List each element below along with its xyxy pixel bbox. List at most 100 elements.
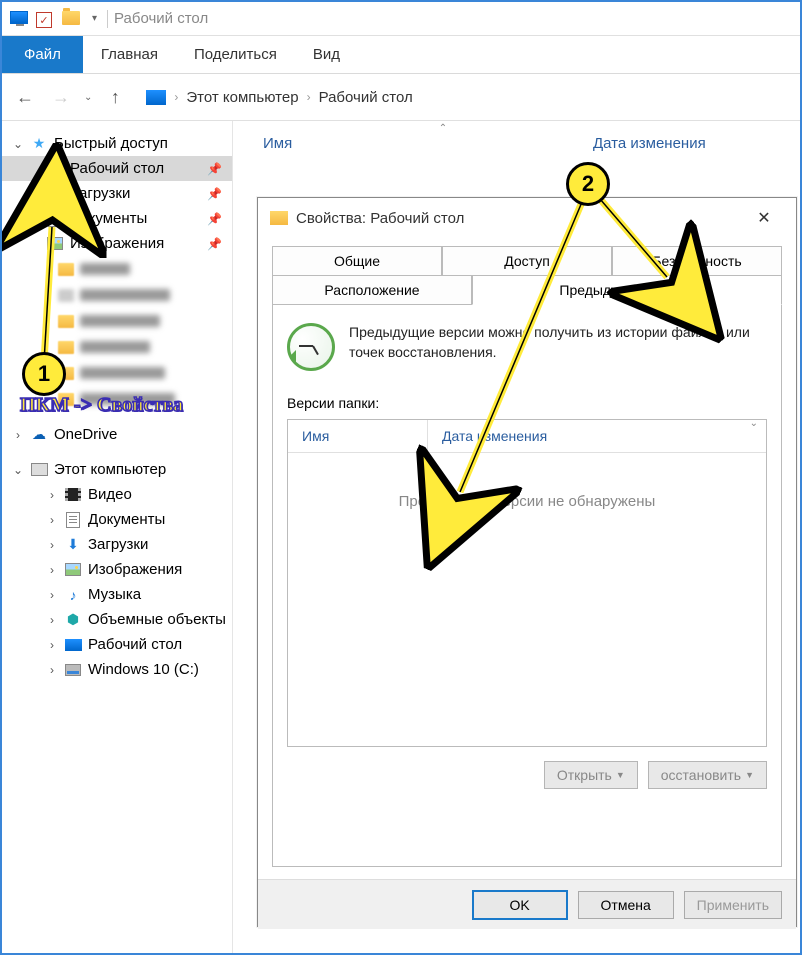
music-icon: ♪ bbox=[64, 587, 82, 603]
sidebar-item-label: Рабочий стол bbox=[88, 636, 182, 653]
breadcrumb-item-thispc[interactable]: Этот компьютер bbox=[186, 89, 298, 106]
tab-location[interactable]: Расположение bbox=[272, 275, 472, 305]
sort-indicator-icon: ⌃ bbox=[439, 123, 447, 134]
dropdown-icon: ▼ bbox=[616, 770, 625, 780]
sidebar-item-pictures2[interactable]: Изображения bbox=[2, 557, 232, 582]
cancel-button[interactable]: Отмена bbox=[578, 891, 674, 919]
restore-button[interactable]: осстановить▼ bbox=[648, 761, 767, 789]
sidebar-item-blurred[interactable] bbox=[2, 334, 232, 360]
apply-button[interactable]: Применить bbox=[684, 891, 782, 919]
folder-icon bbox=[270, 211, 288, 225]
restore-clock-icon bbox=[287, 323, 335, 371]
sidebar-item-label: Документы bbox=[88, 511, 165, 528]
tab-content: Предыдущие версии можно получить из исто… bbox=[272, 305, 782, 867]
chevron-down-icon[interactable] bbox=[12, 463, 24, 477]
versions-col-date[interactable]: Дата изменения ⌄ bbox=[428, 420, 766, 452]
document-icon bbox=[46, 211, 64, 227]
sidebar-item-videos[interactable]: Видео bbox=[2, 482, 232, 507]
chevron-right-icon[interactable] bbox=[46, 663, 58, 677]
document-icon bbox=[64, 512, 82, 528]
sidebar-item-desktop2[interactable]: Рабочий стол bbox=[2, 632, 232, 657]
dialog-title: Свойства: Рабочий стол bbox=[296, 210, 464, 227]
chevron-right-icon[interactable] bbox=[46, 563, 58, 577]
close-button[interactable]: ✕ bbox=[744, 203, 784, 233]
sidebar-item-blurred[interactable] bbox=[2, 282, 232, 308]
versions-col-name[interactable]: Имя bbox=[288, 420, 428, 452]
disk-icon bbox=[64, 662, 82, 678]
sidebar-item-label: Этот компьютер bbox=[54, 461, 166, 478]
tab-general[interactable]: Общие bbox=[272, 246, 442, 275]
dialog-footer: OK Отмена Применить bbox=[258, 879, 796, 929]
column-header-name[interactable]: Имя bbox=[263, 135, 553, 152]
pc-icon bbox=[30, 462, 48, 478]
checkbox-icon[interactable]: ✓ bbox=[36, 11, 56, 27]
ribbon-tab-file[interactable]: Файл bbox=[2, 36, 83, 73]
pin-icon: 📌 bbox=[207, 212, 222, 226]
chevron-right-icon[interactable] bbox=[46, 613, 58, 627]
ribbon-tab-share[interactable]: Поделиться bbox=[176, 36, 295, 73]
ribbon: Файл Главная Поделиться Вид bbox=[2, 36, 800, 74]
chevron-right-icon[interactable] bbox=[46, 638, 58, 652]
breadcrumb-item-desktop[interactable]: Рабочий стол bbox=[319, 89, 413, 106]
pin-icon: 📌 bbox=[207, 162, 222, 176]
sidebar-item-thispc[interactable]: Этот компьютер bbox=[2, 457, 232, 482]
chevron-right-icon[interactable] bbox=[12, 428, 24, 442]
desktop-icon bbox=[46, 161, 64, 177]
sidebar-item-quick-access[interactable]: ★ Быстрый доступ bbox=[2, 131, 232, 156]
chevron-right-icon[interactable] bbox=[46, 538, 58, 552]
column-header-date[interactable]: Дата изменения bbox=[593, 135, 706, 152]
video-icon bbox=[64, 487, 82, 503]
nav-history-dropdown[interactable]: ⌄ bbox=[84, 92, 92, 103]
nav-back-button[interactable]: ← bbox=[12, 84, 38, 110]
ribbon-tab-home[interactable]: Главная bbox=[83, 36, 176, 73]
qat-dropdown-icon[interactable]: ▾ bbox=[92, 13, 97, 24]
chevron-right-icon[interactable] bbox=[46, 513, 58, 527]
chevron-right-icon[interactable] bbox=[46, 588, 58, 602]
sidebar-item-blurred[interactable] bbox=[2, 308, 232, 334]
dialog-titlebar[interactable]: Свойства: Рабочий стол ✕ bbox=[258, 198, 796, 238]
chevron-down-icon[interactable] bbox=[12, 137, 24, 151]
sidebar-item-blurred[interactable] bbox=[2, 360, 232, 386]
sidebar-item-cdrive[interactable]: Windows 10 (C:) bbox=[2, 657, 232, 682]
sidebar-item-music[interactable]: ♪ Музыка bbox=[2, 582, 232, 607]
download-icon: ⬇ bbox=[64, 537, 82, 553]
sidebar-item-label: Документы bbox=[70, 210, 147, 227]
sidebar-item-label: Музыка bbox=[88, 586, 141, 603]
breadcrumb[interactable]: › Этот компьютер › Рабочий стол bbox=[146, 89, 412, 106]
sidebar-item-downloads2[interactable]: ⬇ Загрузки bbox=[2, 532, 232, 557]
cube-icon: ⬢ bbox=[64, 612, 82, 628]
sidebar-item-3dobjects[interactable]: ⬢ Объемные объекты bbox=[2, 607, 232, 632]
sidebar-item-desktop[interactable]: Рабочий стол 📌 bbox=[2, 156, 232, 181]
column-header-label: Имя bbox=[263, 135, 292, 152]
ribbon-tab-view[interactable]: Вид bbox=[295, 36, 358, 73]
sidebar-item-label: OneDrive bbox=[54, 426, 117, 443]
folder-icon bbox=[62, 11, 82, 27]
sidebar-item-label: Видео bbox=[88, 486, 132, 503]
separator bbox=[107, 10, 108, 28]
tab-security[interactable]: Безопасность bbox=[612, 246, 782, 275]
sidebar-item-downloads[interactable]: ⬇ Загрузки 📌 bbox=[2, 181, 232, 206]
tab-previous-versions[interactable]: Предыдущие версии bbox=[472, 275, 782, 305]
ok-button[interactable]: OK bbox=[472, 890, 568, 920]
monitor-icon bbox=[10, 11, 30, 27]
pin-icon: 📌 bbox=[207, 237, 222, 251]
nav-forward-button[interactable]: → bbox=[48, 84, 74, 110]
sidebar-item-blurred[interactable] bbox=[2, 256, 232, 282]
sidebar-item-label: Windows 10 (C:) bbox=[88, 661, 199, 678]
sidebar-item-documents[interactable]: Документы 📌 bbox=[2, 206, 232, 231]
versions-empty-message: Предыдущие версии не обнаружены bbox=[288, 453, 766, 746]
open-button[interactable]: Открыть▼ bbox=[544, 761, 638, 789]
download-icon: ⬇ bbox=[46, 186, 64, 202]
sidebar-item-pictures[interactable]: Изображения 📌 bbox=[2, 231, 232, 256]
sort-indicator-icon: ⌄ bbox=[750, 418, 758, 429]
dropdown-icon: ▼ bbox=[745, 770, 754, 780]
tab-sharing[interactable]: Доступ bbox=[442, 246, 612, 275]
sidebar-item-documents2[interactable]: Документы bbox=[2, 507, 232, 532]
picture-icon bbox=[46, 236, 64, 252]
sidebar-item-blurred[interactable] bbox=[2, 386, 232, 412]
versions-listbox[interactable]: Имя Дата изменения ⌄ Предыдущие версии н… bbox=[287, 419, 767, 747]
monitor-icon bbox=[146, 90, 166, 105]
chevron-right-icon[interactable] bbox=[46, 488, 58, 502]
nav-up-button[interactable]: ↑ bbox=[102, 84, 128, 110]
sidebar-item-onedrive[interactable]: ☁ OneDrive bbox=[2, 422, 232, 447]
